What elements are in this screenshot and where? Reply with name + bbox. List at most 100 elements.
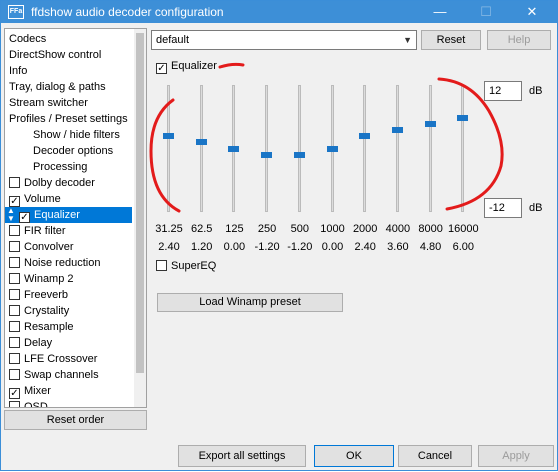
sidebar-item-resample[interactable]: Resample	[9, 319, 74, 335]
export-settings-button[interactable]: Export all settings	[178, 445, 306, 467]
band-frequency-label: 500	[290, 223, 309, 235]
filter-checkbox[interactable]	[9, 289, 20, 300]
eq-band-slider[interactable]	[455, 85, 471, 212]
slider-thumb[interactable]	[326, 145, 338, 152]
band-frequency-label: 125	[225, 223, 244, 235]
eq-band-slider[interactable]	[423, 85, 439, 212]
tree-scrollbar[interactable]	[134, 29, 146, 407]
reorder-arrows-icon[interactable]: ▲ ▼	[7, 207, 15, 223]
eq-band-slider[interactable]	[325, 85, 341, 212]
sidebar-item-osd[interactable]: OSD	[9, 399, 48, 407]
slider-thumb[interactable]	[195, 139, 207, 146]
sidebar-item-label: DirectShow control	[9, 49, 102, 61]
max-db-input[interactable]: 12	[484, 81, 522, 101]
eq-band-slider[interactable]	[226, 85, 242, 212]
sidebar-item-label: Mixer	[24, 385, 51, 397]
sidebar-item-stream-switcher[interactable]: Stream switcher	[9, 95, 88, 111]
sidebar-item-tray-dialog-paths[interactable]: Tray, dialog & paths	[9, 79, 106, 95]
filter-checkbox[interactable]	[9, 353, 20, 364]
slider-thumb[interactable]	[293, 151, 305, 158]
ok-button[interactable]: OK	[314, 445, 394, 467]
load-winamp-preset-button[interactable]: Load Winamp preset	[157, 293, 343, 312]
reset-button[interactable]: Reset	[421, 30, 481, 50]
filter-checkbox[interactable]	[9, 321, 20, 332]
sidebar-item-label: Info	[9, 65, 28, 77]
eq-band-slider[interactable]	[161, 85, 177, 212]
eq-band-slider[interactable]	[390, 85, 406, 212]
filter-checkbox[interactable]	[9, 257, 20, 268]
eq-band-slider[interactable]	[194, 85, 210, 212]
title-bar[interactable]: FFa ffdshow audio decoder configuration …	[1, 1, 557, 23]
eq-band-slider[interactable]	[259, 85, 275, 212]
sidebar-item-info[interactable]: Info	[9, 63, 27, 79]
scrollbar-thumb[interactable]	[136, 33, 144, 373]
help-button[interactable]: Help	[487, 30, 551, 50]
sidebar-item-directshow-control[interactable]: DirectShow control	[9, 47, 101, 63]
sidebar-item-show-hide-filters[interactable]: Show / hide filters	[33, 127, 120, 143]
eq-band-slider[interactable]	[357, 85, 373, 212]
band-gain-label: 1.20	[190, 241, 213, 253]
band-frequency-label: 250	[257, 223, 277, 235]
sidebar-item-crystality[interactable]: Crystality	[9, 303, 69, 319]
maximize-icon[interactable]: ☐	[463, 1, 509, 23]
reset-order-button[interactable]: Reset order	[4, 410, 147, 430]
sidebar-item-processing[interactable]: Processing	[33, 159, 87, 175]
equalizer-toggle[interactable]: ✓ Equalizer	[156, 60, 217, 74]
slider-track	[395, 85, 399, 212]
slider-thumb[interactable]	[261, 151, 273, 158]
sidebar-item-noise-reduction[interactable]: Noise reduction	[9, 255, 100, 271]
slider-thumb[interactable]	[457, 115, 469, 122]
slider-thumb[interactable]	[163, 133, 174, 140]
supereq-checkbox[interactable]	[156, 260, 167, 271]
sidebar-item-profiles-preset-settings[interactable]: Profiles / Preset settings	[9, 111, 128, 127]
sidebar-item-winamp-2[interactable]: Winamp 2	[9, 271, 74, 287]
band-gain-label: 0.00	[223, 241, 246, 253]
sidebar-item-dolby-decoder[interactable]: Dolby decoder	[9, 175, 95, 191]
cancel-button[interactable]: Cancel	[398, 445, 472, 467]
max-db-unit: dB	[529, 85, 543, 97]
filter-checkbox[interactable]	[9, 273, 20, 284]
eq-band-slider[interactable]	[292, 85, 308, 212]
slider-thumb[interactable]	[228, 145, 240, 152]
filter-checkbox[interactable]	[9, 369, 20, 380]
min-db-input[interactable]: -12	[484, 198, 522, 218]
equalizer-checkbox[interactable]: ✓	[156, 63, 167, 74]
slider-thumb[interactable]	[391, 127, 403, 134]
sidebar-item-fir-filter[interactable]: FIR filter	[9, 223, 66, 239]
sidebar-item-freeverb[interactable]: Freeverb	[9, 287, 68, 303]
sidebar-item-mixer[interactable]: ✓ Mixer	[9, 383, 51, 399]
slider-thumb[interactable]	[424, 121, 436, 128]
sidebar-item-label: Decoder options	[33, 145, 114, 157]
filter-tree[interactable]: Codecs DirectShow control Info Tray, dialog…	[4, 28, 147, 408]
sidebar-item-swap-channels[interactable]: Swap channels	[9, 367, 99, 383]
sidebar-item-volume[interactable]: ✓ Volume	[9, 191, 61, 207]
sidebar-item-label: Resample	[24, 321, 74, 333]
filter-checkbox[interactable]	[9, 401, 20, 407]
sidebar-item-label: Profiles / Preset settings	[9, 113, 128, 125]
sidebar-item-decoder-options[interactable]: Decoder options	[33, 143, 113, 159]
filter-checkbox[interactable]: ✓	[19, 212, 30, 223]
sidebar-item-label: Freeverb	[24, 289, 69, 301]
sidebar-item-codecs[interactable]: Codecs	[9, 31, 46, 47]
filter-checkbox[interactable]	[9, 305, 20, 316]
sidebar-item-delay[interactable]: Delay	[9, 335, 52, 351]
sidebar-item-lfe-crossover[interactable]: LFE Crossover	[9, 351, 97, 367]
slider-thumb[interactable]	[359, 133, 371, 140]
apply-button[interactable]: Apply	[478, 445, 554, 467]
filter-checkbox[interactable]	[9, 241, 20, 252]
filter-checkbox[interactable]	[9, 337, 20, 348]
slider-track	[461, 85, 465, 212]
close-icon[interactable]: ✕	[509, 1, 555, 23]
filter-checkbox[interactable]	[9, 177, 20, 188]
sidebar-item-label: Show / hide filters	[33, 129, 120, 141]
supereq-toggle[interactable]: SuperEQ	[156, 260, 216, 272]
preset-select[interactable]: default ▼	[151, 30, 417, 50]
sidebar-item-convolver[interactable]: Convolver	[9, 239, 74, 255]
slider-track	[167, 85, 170, 212]
minimize-icon[interactable]: —	[417, 1, 463, 23]
band-frequency-label: 4000	[385, 223, 411, 235]
sidebar-item-equalizer[interactable]: ▲ ▼ ✓ Equalizer	[5, 207, 132, 223]
band-gain-label: 0.00	[321, 241, 344, 253]
filter-checkbox[interactable]	[9, 225, 20, 236]
filter-checkbox[interactable]: ✓	[9, 388, 20, 399]
